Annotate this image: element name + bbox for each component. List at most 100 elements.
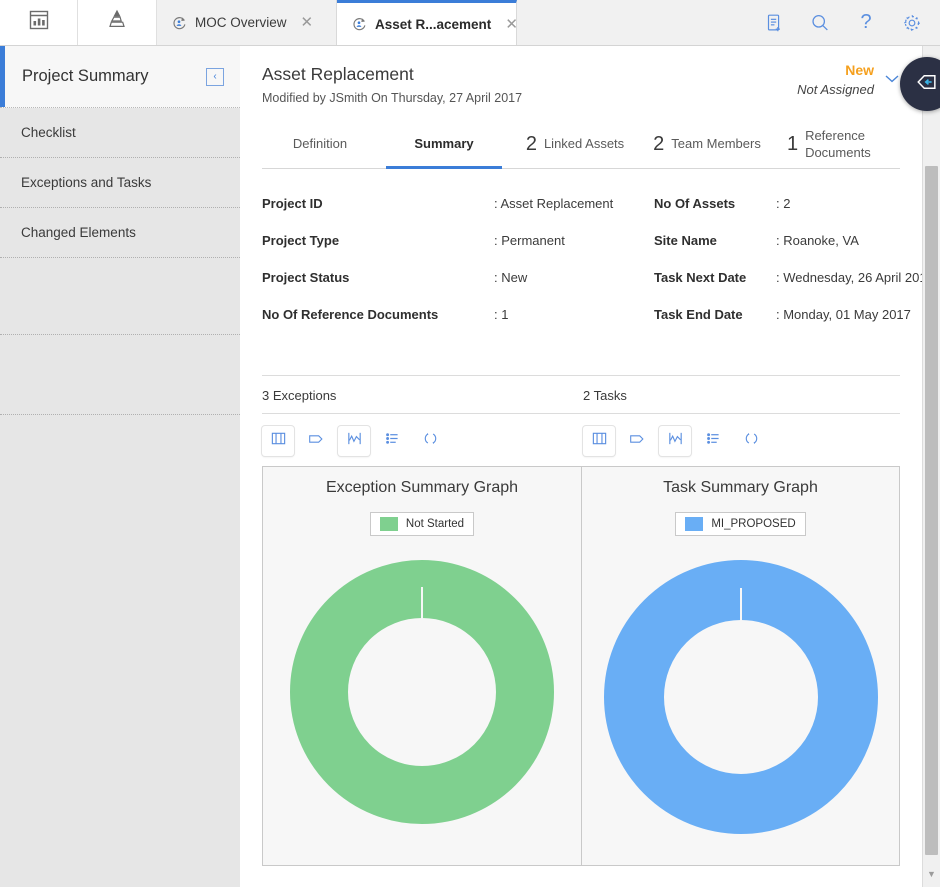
graph-chart-icon-button[interactable] [338,426,370,456]
legend-item[interactable]: Not Started [369,512,475,536]
columns-book-icon-button[interactable] [583,426,615,456]
scrollbar-thumb[interactable] [925,166,938,855]
refresh-icon-button[interactable] [735,426,767,456]
tag-label-icon [307,430,325,453]
tab-asset-replacement[interactable]: Asset R...acement ✕ [337,0,518,45]
legend-swatch [685,517,704,531]
exceptions-heading: 3 Exceptions [262,388,337,403]
sidebar-item-checklist[interactable]: Checklist [0,108,240,158]
close-icon[interactable]: ✕ [301,15,314,30]
tab-label: Reference Documents [805,128,871,160]
donut-svg [603,560,878,834]
new-document-icon[interactable] [762,11,786,35]
tab-reference-documents[interactable]: 1 Reference Documents [774,121,886,168]
tag-label-icon-button[interactable] [621,426,653,456]
detail-value: : Permanent [494,233,565,248]
dashboard-report-icon-button[interactable] [0,0,78,45]
refresh-icon [422,430,439,452]
tab-label: MOC Overview [195,15,287,30]
tab-label: Definition [292,136,348,152]
sidebar-header: Project Summary ‹ [0,46,240,108]
tag-label-icon-button[interactable] [300,426,332,456]
legend-item[interactable]: MI_PROPOSED [675,512,806,536]
main-content: Asset Replacement Modified by JSmith On … [240,46,922,887]
details-grid: Project ID : Asset Replacement No Of Ass… [240,185,922,333]
tab-linked-assets[interactable]: 2 Linked Assets [510,121,640,168]
moc-refresh-user-icon [351,16,367,32]
graphs-section: 3 Exceptions Exception Summary Graph Not… [240,376,922,866]
help-icon[interactable]: ? [854,11,878,35]
tab-summary[interactable]: Summary [378,121,510,169]
refresh-icon [743,430,760,452]
close-icon[interactable]: ✕ [505,17,518,32]
dashboard-report-icon [27,8,51,37]
chevron-left-icon: ‹ [213,71,217,82]
tab-count: 2 [653,133,665,155]
donut-chart-exceptions [263,558,581,826]
scroll-down-arrow-icon[interactable]: ▼ [923,865,940,883]
detail-key: Task End Date [654,307,743,322]
donut-svg [290,560,554,824]
help-icon-glyph: ? [860,11,872,33]
exceptions-panel: 3 Exceptions Exception Summary Graph Not… [262,376,581,866]
detail-key: Site Name [654,233,717,248]
columns-book-icon-button[interactable] [262,426,294,456]
left-sidebar: Project Summary ‹ Checklist Exceptions a… [0,46,240,887]
assignment-label: Not Assigned [797,82,874,97]
tab-label: Linked Assets [543,136,625,152]
pyramid-stack-icon-button[interactable] [78,0,157,45]
detail-key: No Of Reference Documents [262,307,439,322]
vertical-scrollbar[interactable]: ▼ [922,46,940,887]
list-icon-button[interactable] [697,426,729,456]
sidebar-empty-row [0,335,240,415]
detail-value: : New [494,270,528,285]
sidebar-empty-row [0,258,240,335]
detail-key: Project Type [262,233,340,248]
detail-value: : 1 [494,307,509,322]
legend-label: MI_PROPOSED [711,518,796,530]
tab-team-members[interactable]: 2 Team Members [640,121,774,168]
detail-value: : Wednesday, 26 April 2017 [776,270,922,285]
graph-chart-icon [667,430,684,452]
list-icon [384,430,401,452]
tasks-heading: 2 Tasks [583,388,627,403]
tab-count: 2 [525,133,537,155]
sidebar-item-changed-elements[interactable]: Changed Elements [0,208,240,258]
exception-summary-chart-card: Exception Summary Graph Not Started [262,466,581,866]
columns-book-icon [270,430,287,452]
detail-value: : Roanoke, VA [776,233,859,248]
chart-legend: MI_PROPOSED [582,512,899,536]
tab-label: Summary [414,136,474,152]
chart-legend: Not Started [263,512,581,536]
moc-refresh-user-icon [171,15,187,31]
status-block: New Not Assigned [797,62,900,97]
sidebar-accent-bar [0,46,5,107]
tag-label-icon [628,430,646,453]
tab-label: Team Members [671,136,761,152]
tab-count: 1 [786,133,799,155]
settings-gear-icon[interactable] [900,11,924,35]
tab-definition[interactable]: Definition [262,121,378,168]
list-icon-button[interactable] [376,426,408,456]
chart-title: Task Summary Graph [663,479,818,496]
tasks-toolbar [581,414,900,466]
donut-chart-tasks [582,558,899,836]
chevron-down-icon[interactable] [884,72,900,87]
detail-key: No Of Assets [654,196,736,211]
detail-key: Task Next Date [654,270,747,285]
legend-swatch [379,517,398,531]
graph-chart-icon-button[interactable] [659,426,691,456]
columns-book-icon [591,430,608,452]
search-icon[interactable] [808,11,832,35]
legend-label: Not Started [405,518,465,530]
sidebar-collapse-button[interactable]: ‹ [206,67,224,86]
exceptions-toolbar [262,414,581,466]
detail-value: : 2 [776,196,791,211]
task-summary-chart-card: Task Summary Graph MI_PROPOSED [581,466,900,866]
refresh-icon-button[interactable] [414,426,446,456]
collapse-panel-arrow-icon [915,72,939,97]
sidebar-item-exceptions-and-tasks[interactable]: Exceptions and Tasks [0,158,240,208]
tab-moc-overview[interactable]: MOC Overview ✕ [157,0,337,45]
tab-label: Asset R...acement [375,16,492,32]
detail-value: : Monday, 01 May 2017 [776,307,911,322]
